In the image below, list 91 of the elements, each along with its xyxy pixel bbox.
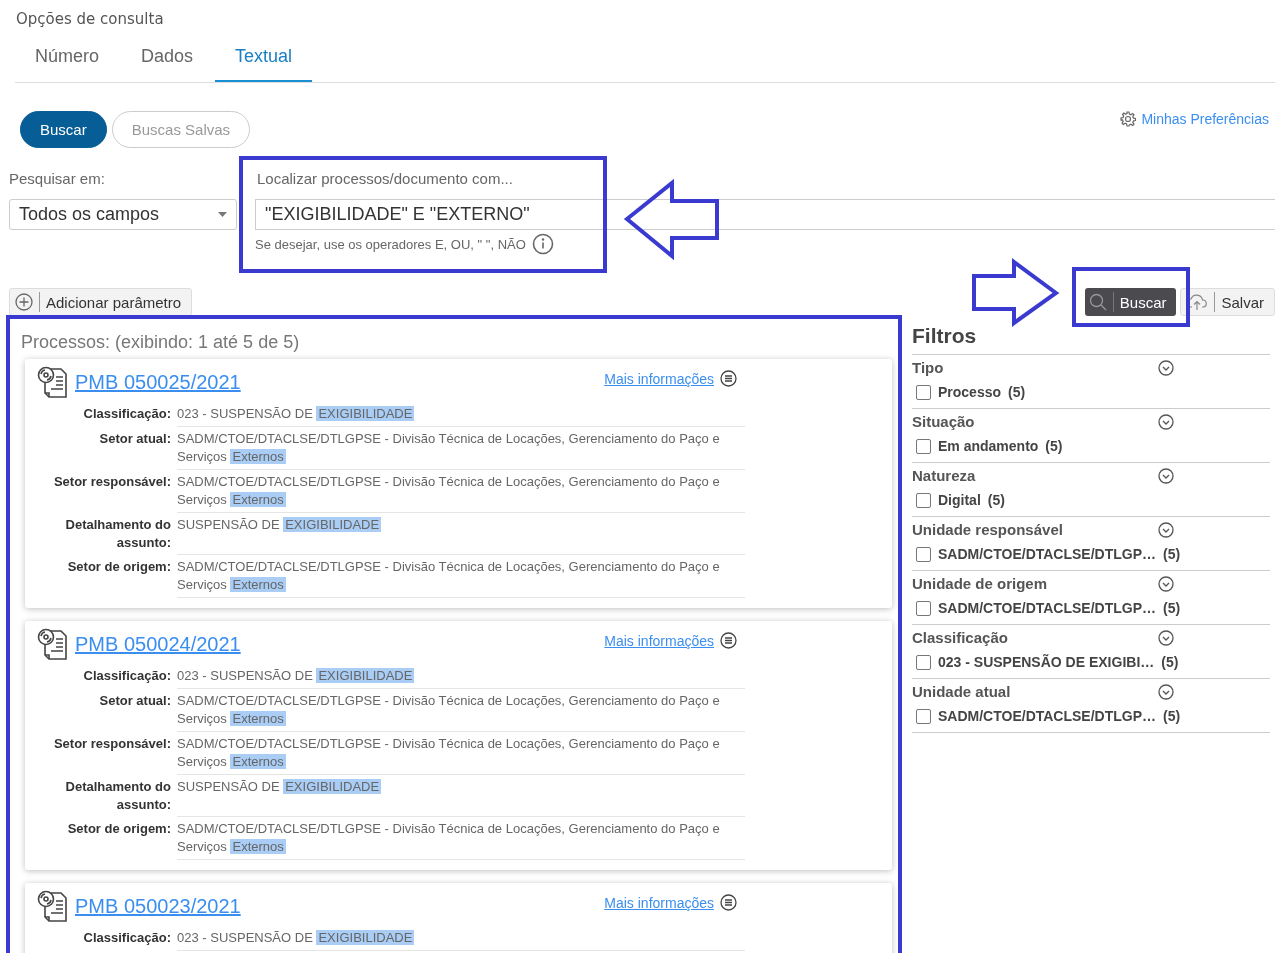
chevron-down-icon[interactable]: [1158, 683, 1174, 700]
field-label: Pesquisar em:: [9, 169, 106, 189]
document-icon: [37, 365, 69, 399]
process-link[interactable]: PMB 050025/2021: [75, 370, 599, 394]
field-value: SADM/CTOE/DTACLSE/DTLGPSE - Divisão Técnica de Locações, Gerenciamento do Paço e Serviços Externos: [177, 817, 745, 860]
filter-group-title: Natureza: [912, 467, 976, 484]
results-summary: Processos: (exibindo: 1 até 5 de 5): [21, 332, 301, 354]
filter-count: (5): [1163, 600, 1181, 616]
filter-option: SADM/CTOE/DTACLSE/DTLGP…: [938, 546, 1157, 562]
search-field[interactable]: "EXIGIBILIDADE" E "EXTERNO": [255, 199, 1275, 230]
field-value: 023 - SUSPENSÃO DE EXIGIBILIDADE: [177, 402, 745, 427]
search-button[interactable]: Buscar: [1084, 288, 1177, 316]
filter-option: SADM/CTOE/DTACLSE/DTLGP…: [938, 708, 1157, 724]
checkbox[interactable]: [916, 384, 931, 400]
menu-icon[interactable]: [720, 893, 737, 911]
checkbox[interactable]: [916, 600, 931, 616]
tab[interactable]: Textual: [215, 38, 313, 82]
field-label: Classificação:: [82, 405, 171, 423]
menu-icon[interactable]: [720, 631, 737, 649]
field-value: SUSPENSÃO DE EXIGIBILIDADE: [177, 513, 745, 555]
hint-text: Se desejar, use os operadores E, OU, " ", NÃO: [255, 236, 526, 252]
plus-icon: [15, 293, 33, 311]
section-title: Opções de consulta: [15, 9, 165, 28]
scope-dropdown[interactable]: Todos os campos: [9, 199, 237, 230]
field-value: SADM/CTOE/DTACLSE/DTLGPSE - Divisão Técnica de Locações, Gerenciamento do Paço e Serviços Externos: [177, 427, 745, 470]
checkbox[interactable]: [916, 654, 931, 670]
document-icon: [37, 889, 69, 923]
field-label: Setor responsável:: [52, 473, 171, 491]
field-label: Setor de origem:: [66, 820, 171, 838]
filter-option: SADM/CTOE/DTACLSE/DTLGP…: [938, 600, 1157, 616]
filter-group-title: Tipo: [912, 359, 944, 376]
chevron-down-icon[interactable]: [1158, 575, 1174, 592]
filter-group-title: Unidade responsável: [912, 521, 1063, 538]
field-label: Classificação:: [82, 667, 171, 685]
checkbox[interactable]: [916, 438, 931, 454]
filter-group-title: Unidade de origem: [912, 575, 1048, 592]
filter-count: (5): [1045, 438, 1063, 454]
more-info-link[interactable]: Mais informações: [604, 371, 714, 387]
chevron-down-icon[interactable]: [1158, 413, 1174, 430]
filter-count: (5): [987, 492, 1005, 508]
field-value: SADM/CTOE/DTACLSE/DTLGPSE - Divisão Técnica de Locações, Gerenciamento do Paço e Serviços Externos: [177, 689, 745, 732]
chevron-down-icon[interactable]: [1158, 629, 1174, 646]
toolbar-button[interactable]: Buscar: [20, 111, 107, 148]
more-info-link[interactable]: Mais informações: [604, 633, 714, 649]
field-label: Setor atual:: [98, 430, 171, 448]
filter-count: (5): [1008, 384, 1026, 400]
filter-group-title: Classificação: [912, 629, 1008, 646]
filter-group-title: Situação: [912, 413, 975, 430]
field-value: SADM/CTOE/DTACLSE/DTLGPSE - Divisão Técnica de Locações, Gerenciamento do Paço e Serviços Externos: [177, 732, 745, 775]
field-value: SADM/CTOE/DTACLSE/DTLGPSE - Divisão Técnica de Locações, Gerenciamento do Paço e Serviços Externos: [177, 470, 745, 513]
add-parameter-button[interactable]: Adicionar parâmetro: [9, 288, 193, 316]
field-label: Detalhamento do assunto:: [64, 516, 171, 552]
document-icon: [37, 627, 69, 661]
chevron-down-icon[interactable]: [1158, 359, 1174, 376]
field-label: Setor de origem:: [66, 558, 171, 576]
process-link[interactable]: PMB 050024/2021: [75, 632, 599, 656]
field-label: Localizar processos/documento com...: [256, 169, 514, 189]
chevron-down-icon[interactable]: [1158, 467, 1174, 484]
more-info-link[interactable]: Mais informações: [604, 895, 714, 911]
checkbox[interactable]: [916, 708, 931, 724]
caret-icon: [218, 212, 227, 217]
toolbar-button[interactable]: Buscas Salvas: [111, 111, 251, 148]
filter-group-title: Unidade atual: [912, 683, 1011, 700]
menu-icon[interactable]: [720, 369, 737, 387]
field-value: SUSPENSÃO DE EXIGIBILIDADE: [177, 775, 745, 817]
search-icon: [1088, 293, 1107, 311]
field-value: SADM/CTOE/DTACLSE/DTLGPSE - Divisão Técnica de Locações, Gerenciamento do Paço e Serviços Externos: [177, 555, 745, 598]
filter-count: (5): [1163, 546, 1181, 562]
preferences-link[interactable]: Minhas Preferências: [1120, 111, 1269, 127]
filters-title: Filtros: [912, 324, 1270, 355]
field-value: 023 - SUSPENSÃO DE EXIGIBILIDADE: [177, 664, 745, 689]
save-button[interactable]: Salvar: [1180, 288, 1275, 316]
tab[interactable]: Dados: [121, 38, 214, 82]
tab[interactable]: Número: [15, 38, 120, 82]
checkbox[interactable]: [916, 546, 931, 562]
settings-icon: [1120, 111, 1137, 127]
chevron-down-icon[interactable]: [1158, 521, 1174, 538]
field-label: Setor responsável:: [52, 735, 171, 753]
info-icon[interactable]: [531, 233, 554, 255]
filter-count: (5): [1163, 708, 1181, 724]
field-value: 023 - SUSPENSÃO DE EXIGIBILIDADE: [177, 926, 745, 951]
checkbox[interactable]: [916, 492, 931, 508]
filter-option: Processo: [938, 384, 1002, 400]
field-label: Detalhamento do assunto:: [64, 778, 171, 814]
field-label: Setor atual:: [98, 692, 171, 710]
field-label: Classificação:: [82, 929, 171, 947]
filter-count: (5): [1161, 654, 1179, 670]
filter-option: Digital: [938, 492, 981, 508]
filter-option: Em andamento: [938, 438, 1039, 454]
filter-option: 023 - SUSPENSÃO DE EXIGIBI…: [938, 654, 1155, 670]
process-link[interactable]: PMB 050023/2021: [75, 894, 599, 918]
